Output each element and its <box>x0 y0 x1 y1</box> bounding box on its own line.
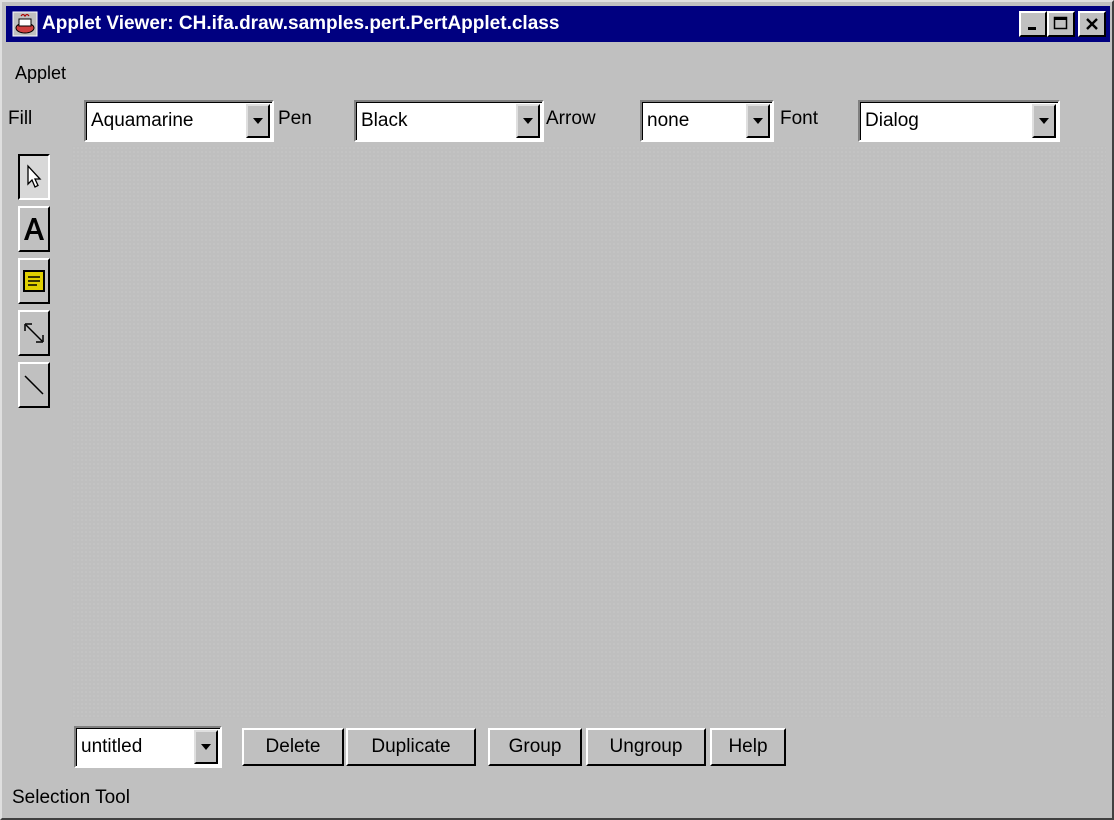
fill-label: Fill <box>8 108 33 129</box>
applet-viewer-window: Applet Viewer: CH.ifa.draw.samples.pert.… <box>0 0 1114 820</box>
chevron-down-icon <box>523 118 533 124</box>
arrow-dropdown-button[interactable] <box>746 104 770 138</box>
title-bar[interactable]: Applet Viewer: CH.ifa.draw.samples.pert.… <box>6 6 1110 42</box>
chevron-down-icon <box>753 118 763 124</box>
fill-choice[interactable]: Aquamarine <box>84 100 274 142</box>
pen-choice[interactable]: Black <box>354 100 544 142</box>
duplicate-button[interactable]: Duplicate <box>346 728 476 766</box>
diagonal-line-icon <box>24 375 44 395</box>
fill-choice-value: Aquamarine <box>91 110 194 131</box>
group-button[interactable]: Group <box>488 728 582 766</box>
drawing-choice[interactable]: untitled <box>74 726 222 768</box>
maximize-button[interactable] <box>1047 11 1075 37</box>
maximize-icon <box>1053 16 1068 30</box>
font-choice-value: Dialog <box>865 110 919 131</box>
text-a-icon <box>24 218 44 240</box>
drawing-canvas[interactable] <box>72 146 1106 718</box>
selection-tool-button[interactable] <box>18 154 50 200</box>
help-button[interactable]: Help <box>710 728 786 766</box>
arrow-choice-value: none <box>647 110 690 131</box>
drawing-dropdown-button[interactable] <box>194 730 218 764</box>
ungroup-button[interactable]: Ungroup <box>586 728 706 766</box>
task-box-icon <box>23 270 45 292</box>
arrow-choice[interactable]: none <box>640 100 774 142</box>
chevron-down-icon <box>201 744 211 750</box>
window-controls <box>1019 11 1106 37</box>
task-tool-button[interactable] <box>18 258 50 304</box>
close-button[interactable] <box>1078 11 1106 37</box>
font-dropdown-button[interactable] <box>1032 104 1056 138</box>
diagonal-arrow-icon <box>24 323 44 343</box>
minimize-button[interactable] <box>1019 11 1047 37</box>
font-choice[interactable]: Dialog <box>858 100 1060 142</box>
delete-button[interactable]: Delete <box>242 728 344 766</box>
menu-applet[interactable]: Applet <box>6 63 76 84</box>
bottom-button-bar: untitled Delete Duplicate Group Ungroup … <box>6 724 1110 770</box>
pointer-arrow-icon <box>27 164 42 188</box>
java-applet-icon <box>12 11 38 37</box>
drawing-choice-value: untitled <box>81 736 143 757</box>
attribute-toolbar: Fill Aquamarine Pen Black Arrow none Fon… <box>6 94 1110 146</box>
close-icon <box>1086 18 1098 30</box>
font-label: Font <box>780 108 819 129</box>
fill-dropdown-button[interactable] <box>246 104 270 138</box>
text-tool-button[interactable] <box>18 206 50 252</box>
pen-dropdown-button[interactable] <box>516 104 540 138</box>
chevron-down-icon <box>1039 118 1049 124</box>
pen-label: Pen <box>278 108 312 129</box>
line-tool-button[interactable] <box>18 362 50 408</box>
chevron-down-icon <box>253 118 263 124</box>
window-title: Applet Viewer: CH.ifa.draw.samples.pert.… <box>42 13 560 34</box>
dependency-tool-button[interactable] <box>18 310 50 356</box>
arrow-label: Arrow <box>546 108 596 129</box>
menu-bar: Applet <box>6 56 76 90</box>
status-text: Selection Tool <box>12 787 130 808</box>
pen-choice-value: Black <box>361 110 408 131</box>
minimize-icon <box>1028 27 1036 30</box>
